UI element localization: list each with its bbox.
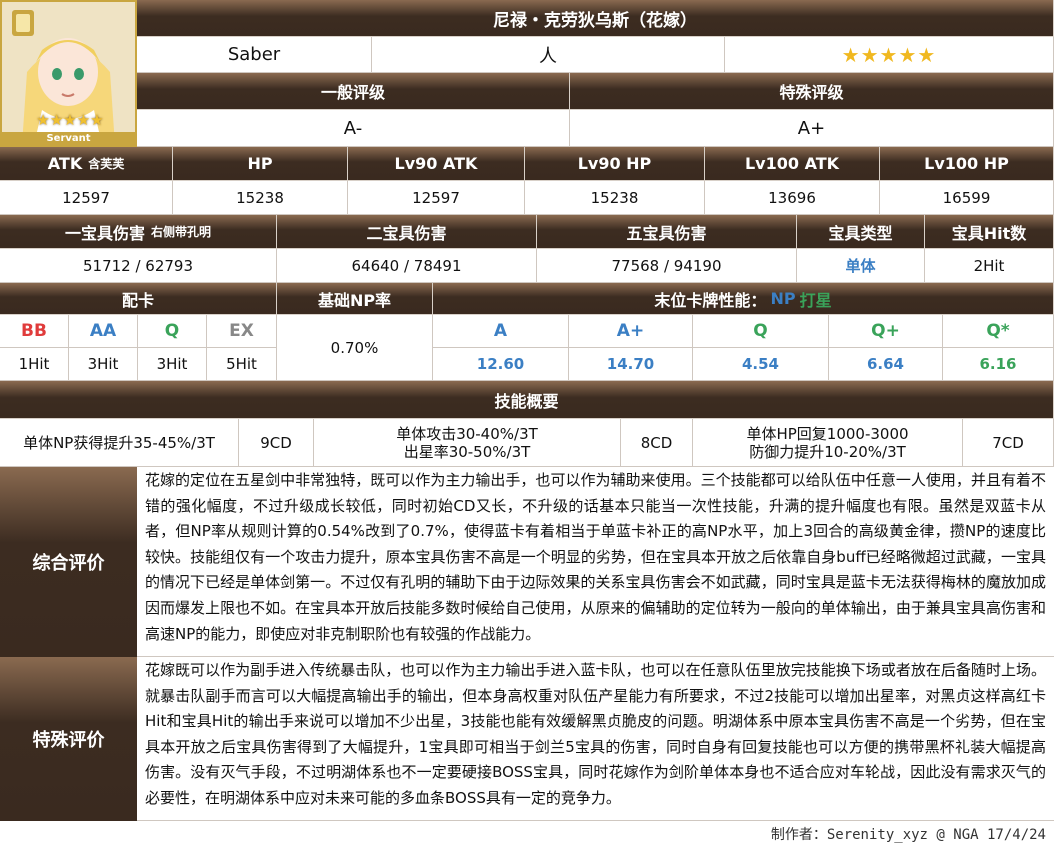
card-perf-star: 打星 [799,290,832,310]
skill-2-line-2: 出星率30-50%/3T [403,442,531,461]
np1-header: 一宝具伤害 右侧带孔明 [0,215,277,249]
perf-value-aplus: 14.70 [569,348,693,381]
perf-header-qplus: Q+ [829,315,943,348]
np-rate-value: 0.70% [277,315,433,381]
stat-header-lv100-hp: Lv100 HP [880,147,1054,181]
skills-header: 技能概要 [0,381,1054,419]
np-hits-header: 宝具Hit数 [925,215,1054,249]
stat-header-lv90-hp: Lv90 HP [525,147,705,181]
stat-header-lv100-atk: Lv100 ATK [705,147,880,181]
skill-2: 单体攻击30-40%/3T 出星率30-50%/3T [314,419,621,467]
np1-header-label: 一宝具伤害 [64,223,145,243]
card-hits-q: 3Hit [138,348,207,381]
overall-review-text: 花嫁的定位在五星剑中非常独特，既可以作为主力输出手，也可以作为辅助来使用。三个技… [137,467,1054,657]
stat-header-atk-label: ATK [47,154,83,173]
np-rate-header: 基础NP率 [277,283,433,315]
np1-damage: 51712 / 62793 [0,249,277,283]
card-hits-aa: 3Hit [69,348,138,381]
skill-1-cd: 9CD [239,419,314,467]
card-type-aa: AA [69,315,138,348]
skill-3-cd: 7CD [963,419,1054,467]
skill-3-line-2: 防御力提升10-20%/3T [749,442,906,461]
np-type: 单体 [797,249,925,283]
card-type-q: Q [138,315,207,348]
special-review-text: 花嫁既可以作为副手进入传统暴击队，也可以作为主力输出手进入蓝卡队，也可以在任意队… [137,657,1054,821]
general-rating-value: A- [137,110,570,147]
np5-damage: 77568 / 94190 [537,249,797,283]
servant-name: 尼禄・克劳狄乌斯（花嫁） [137,0,1054,37]
overall-review-label: 综合评价 [0,467,137,657]
stat-lv100-atk: 13696 [705,181,880,215]
card-type-ex: EX [207,315,277,348]
card-hits-bb: 1Hit [0,348,69,381]
special-review-label: 特殊评价 [0,657,137,821]
special-rating-label: 特殊评级 [570,73,1054,110]
np5-header: 五宝具伤害 [537,215,797,249]
np1-header-note: 右侧带孔明 [151,225,212,239]
skill-2-line-1: 单体攻击30-40%/3T [396,424,538,443]
attribute-value: 人 [372,37,725,73]
general-rating-label: 一般评级 [137,73,570,110]
skill-3-line-1: 单体HP回复1000-3000 [746,424,909,443]
perf-header-q: Q [693,315,829,348]
stat-lv100-hp: 16599 [880,181,1054,215]
stat-header-hp: HP [173,147,348,181]
perf-value-qstar: 6.16 [943,348,1054,381]
skill-1: 单体NP获得提升35-45%/3T [0,419,239,467]
stat-header-lv90-atk: Lv90 ATK [348,147,525,181]
stat-header-atk: ATK 含芙芙 [0,147,173,181]
perf-header-a: A [433,315,569,348]
card-perf-np: NP [770,289,796,308]
class-value: Saber [137,37,372,73]
np2-header: 二宝具伤害 [277,215,537,249]
card-hits-ex: 5Hit [207,348,277,381]
perf-value-a: 12.60 [433,348,569,381]
np-hits: 2Hit [925,249,1054,283]
skill-3: 单体HP回复1000-3000 防御力提升10-20%/3T [693,419,963,467]
rarity-stars: ★★★★★ [725,37,1054,73]
stat-hp: 15238 [173,181,348,215]
stat-lv90-hp: 15238 [525,181,705,215]
np-type-header: 宝具类型 [797,215,925,249]
special-rating-value: A+ [570,110,1054,147]
card-perf-header: 末位卡牌性能： NP 打星 [433,283,1054,315]
np2-damage: 64640 / 78491 [277,249,537,283]
stat-atk: 12597 [0,181,173,215]
avatar-stars: ★★★★★ [36,111,104,129]
card-perf-label: 末位卡牌性能： [654,290,767,310]
card-type-bb: BB [0,315,69,348]
stat-lv90-atk: 12597 [348,181,525,215]
deck-header: 配卡 [0,283,277,315]
perf-value-qplus: 6.64 [829,348,943,381]
perf-header-qstar: Q* [943,315,1054,348]
perf-value-q: 4.54 [693,348,829,381]
servant-avatar: ★★★★★ Servant [0,0,137,147]
perf-header-aplus: A+ [569,315,693,348]
avatar-label: Servant [2,132,135,145]
credit-footer: 制作者：Serenity_xyz @ NGA 17/4/24 [770,827,1046,843]
stat-header-atk-note: 含芙芙 [88,157,125,171]
skill-2-cd: 8CD [621,419,693,467]
